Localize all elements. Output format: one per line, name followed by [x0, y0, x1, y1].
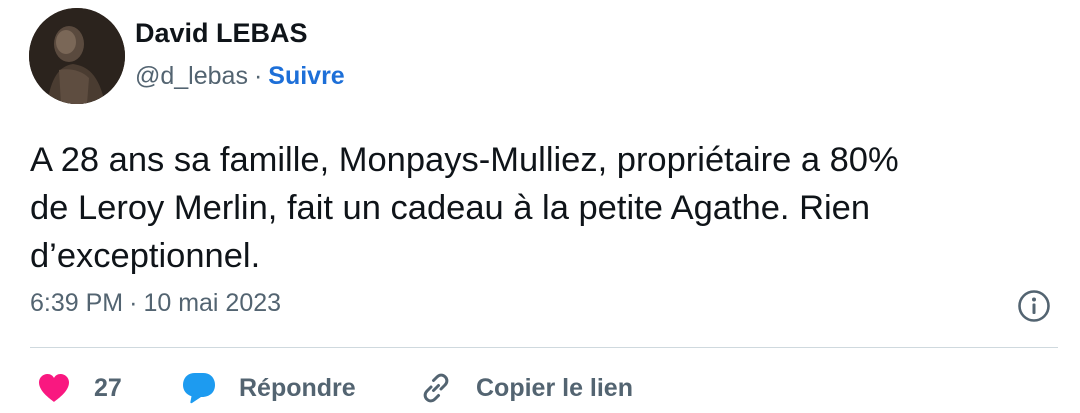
link-icon	[423, 373, 449, 403]
tweet-date: 10 mai 2023	[143, 289, 282, 317]
tweet-text-line: de Leroy Merlin, fait un cadeau à la pet…	[30, 189, 871, 227]
author-display-name[interactable]: David LEBAS	[135, 18, 308, 49]
like-button[interactable]: 27	[36, 366, 122, 410]
avatar[interactable]	[29, 8, 125, 104]
speech-bubble-icon	[183, 373, 215, 404]
divider	[30, 347, 1058, 348]
reply-button[interactable]: Répondre	[181, 366, 356, 410]
tweet-time: 6:39 PM	[30, 289, 124, 317]
tweet-text-line: d’exceptionnel.	[30, 237, 261, 275]
action-bar: 27 Répondre Copier le lien	[0, 366, 1080, 410]
timestamp-separator: ·	[129, 289, 138, 317]
reply-label: Répondre	[239, 373, 356, 402]
tweet-timestamp[interactable]: 6:39 PM · 10 mai 2023	[30, 289, 281, 318]
follow-button[interactable]: Suivre	[268, 62, 344, 90]
handle-separator: ·	[253, 62, 263, 90]
heart-icon	[39, 374, 69, 402]
copy-link-label: Copier le lien	[476, 373, 633, 402]
info-icon[interactable]	[1017, 289, 1051, 323]
copy-link-button[interactable]: Copier le lien	[418, 366, 633, 410]
like-count: 27	[94, 373, 122, 402]
avatar-photo	[29, 8, 125, 104]
tweet-card: David LEBAS @d_lebas · Suivre A 28 ans sa …	[0, 0, 1080, 413]
author-handle[interactable]: @d_lebas	[135, 62, 248, 90]
author-handle-row: @d_lebas · Suivre	[135, 62, 345, 91]
tweet-text-line: A 28 ans sa famille, Monpays-Mulliez, pr…	[30, 141, 899, 179]
tweet-text: A 28 ans sa famille, Monpays-Mulliez, pr…	[30, 136, 1040, 280]
